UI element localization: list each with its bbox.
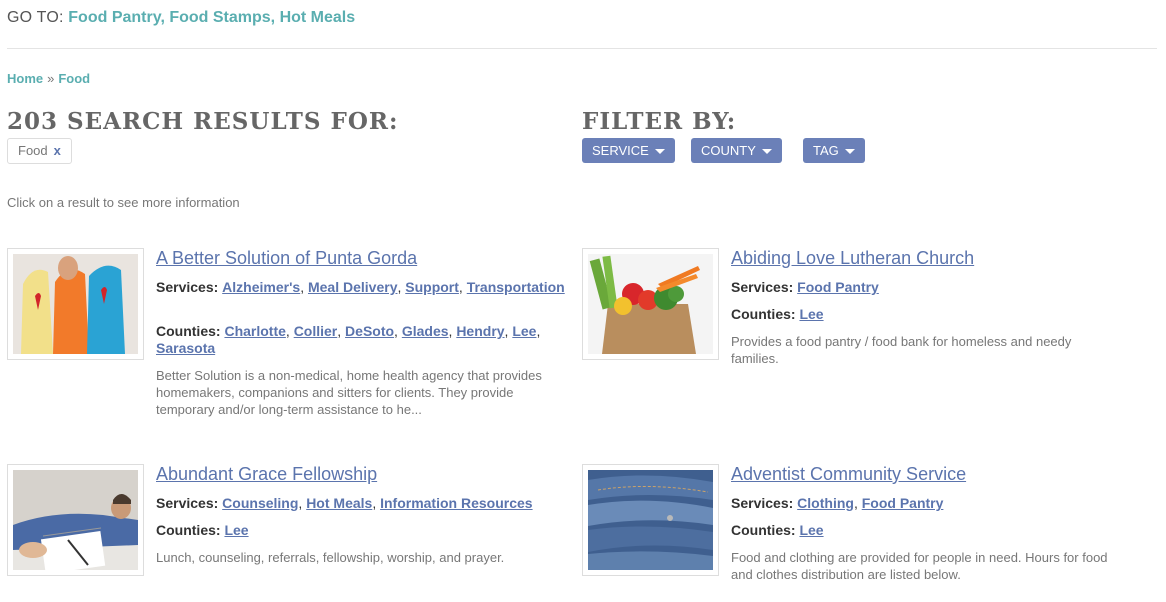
- services-label: Services:: [156, 279, 219, 295]
- county-link-lee[interactable]: Lee: [512, 323, 536, 339]
- result-title-a-better-solution[interactable]: A Better Solution of Punta Gorda: [156, 248, 417, 269]
- goto-link-food-pantry[interactable]: Food Pantry: [68, 9, 160, 26]
- breadcrumb-food[interactable]: Food: [58, 71, 90, 86]
- result-image-counseling[interactable]: [7, 464, 144, 576]
- filter-county-label: COUNTY: [701, 143, 756, 158]
- result-title-abiding-love[interactable]: Abiding Love Lutheran Church: [731, 248, 974, 269]
- breadcrumb-separator: »: [47, 71, 55, 86]
- services-label: Services:: [731, 495, 794, 511]
- services-label: Services:: [156, 495, 219, 511]
- service-link-counseling[interactable]: Counseling: [222, 495, 298, 511]
- ribbon-people-photo-icon: [13, 254, 138, 354]
- goto-separator: ,: [160, 9, 170, 26]
- service-link-information-resources[interactable]: Information Resources: [380, 495, 532, 511]
- filter-county-button[interactable]: COUNTY: [691, 138, 782, 163]
- result-counties: Counties: Lee: [731, 306, 1141, 323]
- county-link-lee[interactable]: Lee: [799, 522, 823, 538]
- counties-label: Counties:: [731, 522, 796, 538]
- breadcrumb-home[interactable]: Home: [7, 71, 43, 86]
- county-link-desoto[interactable]: DeSoto: [345, 323, 394, 339]
- service-link-hot-meals[interactable]: Hot Meals: [306, 495, 372, 511]
- result-counties: Counties: Lee: [156, 522, 566, 539]
- service-link-transportation[interactable]: Transportation: [467, 279, 565, 295]
- filter-tag-label: TAG: [813, 143, 839, 158]
- search-term-label: Food: [18, 143, 48, 158]
- result-image-ribbon-people[interactable]: [7, 248, 144, 360]
- result-image-jeans[interactable]: [582, 464, 719, 576]
- result-title-abundant-grace[interactable]: Abundant Grace Fellowship: [156, 464, 377, 485]
- caret-down-icon: [654, 149, 665, 155]
- results-hint: Click on a result to see more informatio…: [7, 195, 240, 210]
- filter-service-label: SERVICE: [592, 143, 649, 158]
- goto-separator: ,: [270, 9, 280, 26]
- remove-term-button[interactable]: x: [54, 143, 61, 158]
- search-term-chip: Food x: [7, 138, 72, 164]
- service-link-food-pantry[interactable]: Food Pantry: [862, 495, 944, 511]
- service-link-alzheimers[interactable]: Alzheimer's: [222, 279, 300, 295]
- counties-label: Counties:: [731, 306, 796, 322]
- filter-service-button[interactable]: SERVICE: [582, 138, 675, 163]
- counties-label: Counties:: [156, 522, 221, 538]
- result-services: Services: Counseling, Hot Meals, Informa…: [156, 495, 533, 511]
- result-description: Food and clothing are provided for peopl…: [731, 550, 1108, 582]
- filter-heading: FILTER BY:: [582, 108, 737, 135]
- caret-down-icon: [844, 149, 855, 155]
- county-link-lee[interactable]: Lee: [799, 306, 823, 322]
- service-link-meal-delivery[interactable]: Meal Delivery: [308, 279, 398, 295]
- goto-label: GO TO:: [7, 9, 69, 26]
- result-description: Better Solution is a non-medical, home h…: [156, 368, 542, 417]
- county-link-hendry[interactable]: Hendry: [456, 323, 504, 339]
- grocery-bag-photo-icon: [588, 254, 713, 354]
- results-heading: 203 SEARCH RESULTS FOR:: [7, 108, 399, 135]
- county-link-charlotte[interactable]: Charlotte: [224, 323, 285, 339]
- filter-tag-button[interactable]: TAG: [803, 138, 865, 163]
- counseling-photo-icon: [13, 470, 138, 570]
- county-link-glades[interactable]: Glades: [402, 323, 449, 339]
- divider: [7, 48, 1157, 49]
- result-title-adventist-community[interactable]: Adventist Community Service: [731, 464, 966, 485]
- result-services: Services: Food Pantry: [731, 279, 1141, 296]
- result-counties: Counties: Lee: [731, 522, 1141, 539]
- caret-down-icon: [761, 149, 772, 155]
- result-description: Provides a food pantry / food bank for h…: [731, 334, 1072, 366]
- service-link-food-pantry[interactable]: Food Pantry: [797, 279, 879, 295]
- result-description: Lunch, counseling, referrals, fellowship…: [156, 550, 505, 565]
- goto-link-food-stamps[interactable]: Food Stamps: [169, 9, 270, 26]
- service-link-clothing[interactable]: Clothing: [797, 495, 854, 511]
- county-link-sarasota[interactable]: Sarasota: [156, 340, 215, 356]
- breadcrumb: Home » Food: [7, 71, 90, 86]
- county-link-lee[interactable]: Lee: [224, 522, 248, 538]
- goto-bar: GO TO: Food Pantry, Food Stamps, Hot Mea…: [7, 9, 355, 27]
- goto-link-hot-meals[interactable]: Hot Meals: [280, 9, 356, 26]
- service-link-support[interactable]: Support: [405, 279, 459, 295]
- result-services: Services: Clothing, Food Pantry: [731, 495, 944, 511]
- result-services: Services: Alzheimer's, Meal Delivery, Su…: [156, 279, 565, 295]
- services-label: Services:: [731, 279, 794, 295]
- result-image-grocery-bag[interactable]: [582, 248, 719, 360]
- county-link-collier[interactable]: Collier: [294, 323, 338, 339]
- jeans-photo-icon: [588, 470, 713, 570]
- counties-label: Counties:: [156, 323, 221, 339]
- result-counties: Counties: Charlotte, Collier, DeSoto, Gl…: [156, 323, 541, 356]
